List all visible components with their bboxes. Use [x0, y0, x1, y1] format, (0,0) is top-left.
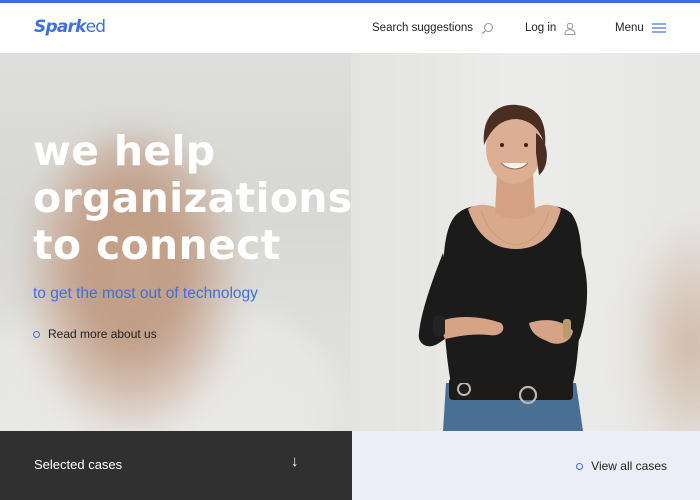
- search-suggestions-link[interactable]: Search suggestions: [372, 20, 494, 36]
- hero-headline: we help organizations to connect: [33, 128, 353, 269]
- hamburger-icon: [651, 23, 666, 33]
- logo-text-accent: ed: [85, 17, 106, 37]
- hero-subline: to get the most out of technology: [33, 285, 258, 302]
- hero-section: we help organizations to connect to get …: [0, 53, 700, 431]
- headline-line-1: we help: [33, 127, 216, 175]
- hero-right-image: [351, 53, 700, 431]
- login-link[interactable]: Log in: [525, 20, 576, 36]
- menu-button[interactable]: Menu: [615, 20, 666, 36]
- view-all-cases-label: View all cases: [591, 459, 667, 473]
- headline-line-2: organizations: [33, 174, 353, 222]
- logo-text-main: Spark: [34, 17, 86, 37]
- login-label: Log in: [525, 22, 557, 34]
- read-more-label: Read more about us: [48, 327, 157, 341]
- read-more-link[interactable]: Read more about us: [33, 327, 157, 341]
- arrow-down-icon[interactable]: ↓: [291, 453, 299, 470]
- presenter-photo-illustration: [418, 104, 588, 431]
- view-all-cases-link[interactable]: View all cases: [576, 459, 667, 473]
- circle-bullet-icon: [33, 330, 40, 338]
- view-all-cases-panel: View all cases: [352, 431, 700, 500]
- user-icon: [564, 22, 576, 35]
- selected-cases-label: Selected cases: [34, 457, 123, 472]
- search-suggestions-label: Search suggestions: [372, 22, 474, 34]
- selected-cases-bar[interactable]: Selected cases ↓: [0, 431, 352, 500]
- site-header: Sparked Search suggestions Log in Menu: [0, 3, 700, 53]
- search-icon: [481, 22, 494, 35]
- site-logo[interactable]: Sparked: [34, 17, 106, 41]
- headline-line-3: to connect: [33, 221, 281, 269]
- circle-bullet-icon: [576, 462, 584, 470]
- menu-label: Menu: [615, 22, 644, 34]
